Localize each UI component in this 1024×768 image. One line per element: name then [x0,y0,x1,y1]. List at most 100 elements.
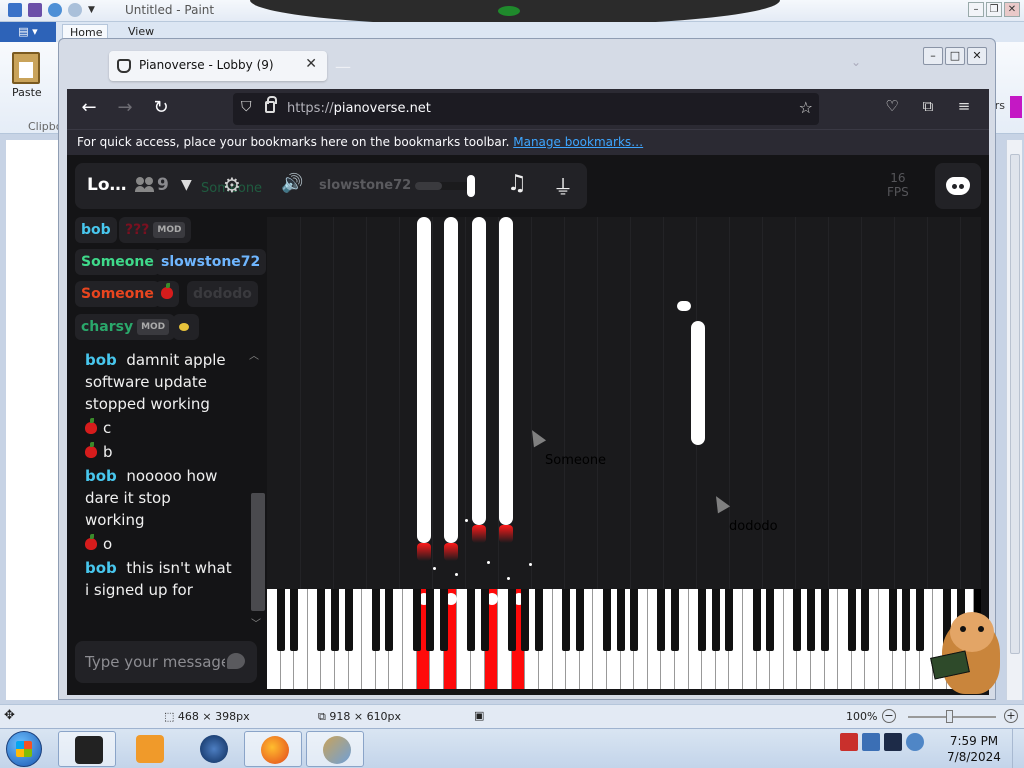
chat-input-box[interactable] [75,641,257,683]
chat-scrollbar[interactable]: ︿ ﹀ [249,347,265,631]
plug-icon[interactable]: ⏚ [553,171,573,200]
black-key[interactable] [439,589,448,651]
user-chip-pineapple[interactable] [173,314,199,340]
paint-canvas[interactable] [6,140,58,700]
piano-keyboard[interactable] [267,589,981,689]
user-chip-dododo[interactable]: dododo [187,281,258,307]
taskbar-app-window[interactable] [58,731,116,767]
chevron-up-icon[interactable]: ︿ [249,347,259,362]
gear-icon[interactable]: ⚙ [223,173,241,197]
scrollbar-thumb[interactable] [1010,154,1020,654]
tray-volume-icon[interactable] [906,733,924,751]
black-key[interactable] [793,589,802,651]
taskbar-app-paint[interactable] [306,731,364,767]
url-bar[interactable]: ⛉ https://pianoverse.net ☆ [233,93,819,125]
black-key[interactable] [276,589,285,651]
manage-bookmarks-link[interactable]: Manage bookmarks… [513,135,643,149]
black-key[interactable] [888,589,897,651]
black-key[interactable] [331,589,339,651]
black-key[interactable] [915,589,924,651]
black-key[interactable] [752,589,761,651]
black-key[interactable] [847,589,856,651]
tab-close-icon[interactable]: ✕ [305,56,317,72]
black-key[interactable] [290,589,299,651]
url-text[interactable]: https://pianoverse.net [287,101,431,116]
black-key[interactable] [820,589,829,651]
redo-icon[interactable] [68,3,82,17]
hamburger-menu-icon[interactable]: ≡ [953,97,975,115]
paste-icon[interactable] [12,52,40,84]
new-tab-icon[interactable]: — [335,57,351,76]
black-key[interactable] [521,589,530,651]
color-swatch[interactable] [1010,96,1022,118]
black-key[interactable] [562,589,571,651]
taskbar-app-media[interactable] [120,731,178,767]
show-desktop-button[interactable] [1012,729,1024,768]
black-key[interactable] [861,589,870,651]
black-key[interactable] [412,589,421,651]
tray-app-icon[interactable] [862,733,880,751]
volume-slider-handle[interactable] [467,175,475,197]
black-key[interactable] [630,589,639,651]
black-key[interactable] [385,589,394,651]
paint-vertical-scrollbar[interactable] [1006,140,1022,700]
browser-tab[interactable]: Pianoverse - Lobby (9) ✕ [109,51,327,81]
tray-alert-icon[interactable] [840,733,858,751]
chat-scrollbar-thumb[interactable] [251,493,265,611]
forward-arrow-icon[interactable]: → [113,97,137,121]
paint-app-icon[interactable] [8,3,22,17]
room-dropdown-caret-icon[interactable]: ▼ [181,177,192,193]
list-all-tabs-icon[interactable]: ⌄ [851,55,861,69]
black-key[interactable] [603,589,611,651]
user-chip-slowstone72[interactable]: slowstone72 [155,249,267,275]
user-chip-bob[interactable]: bob [75,217,117,243]
close-icon[interactable]: ✕ [967,47,987,65]
black-key[interactable] [657,589,666,651]
black-key[interactable] [535,589,543,651]
bookmark-star-icon[interactable]: ☆ [799,98,813,117]
chat-input[interactable] [85,651,225,673]
taskbar-app-globe[interactable] [184,731,242,767]
user-chip-someone[interactable]: Someone [75,249,160,275]
minimize-icon[interactable]: – [968,2,984,17]
user-chip-hidden[interactable]: ??? MOD [119,217,192,243]
black-key[interactable] [711,589,720,651]
undo-icon[interactable] [48,3,62,17]
room-title[interactable]: Lo… [87,175,127,195]
black-key[interactable] [698,589,707,651]
taskbar-app-firefox[interactable] [244,731,302,767]
tab-view[interactable]: View [128,25,154,38]
paint-file-menu-button[interactable]: ▤ ▾ [0,22,56,42]
black-key[interactable] [902,589,911,651]
speaker-icon[interactable]: 🔊 [281,173,303,194]
save-icon[interactable] [28,3,42,17]
zoom-slider-handle[interactable] [946,710,953,723]
black-key[interactable] [344,589,353,651]
user-chip-someone-red[interactable]: Someone [75,281,160,307]
close-icon[interactable]: ✕ [1004,2,1020,17]
pocket-icon[interactable]: ♡ [881,97,903,115]
maximize-icon[interactable]: □ [945,47,965,65]
black-key[interactable] [671,589,679,651]
chevron-down-icon[interactable]: ﹀ [251,615,261,630]
black-key[interactable] [807,589,815,651]
user-chip-apple[interactable] [155,281,179,307]
quick-access-dropdown-icon[interactable]: ▼ [88,5,95,15]
lock-icon[interactable] [265,96,277,113]
music-note-icon[interactable]: ♫ [507,171,527,196]
tray-network-icon[interactable] [884,733,902,751]
restore-icon[interactable]: ❐ [986,2,1002,17]
user-chip-charsy[interactable]: charsy MOD [75,314,176,340]
black-key[interactable] [467,589,475,651]
black-key[interactable] [426,589,435,651]
minimize-icon[interactable]: – [923,47,943,65]
discord-button[interactable] [935,163,981,209]
taskbar-clock[interactable]: 7:59 PM 7/8/2024 [944,733,1004,765]
paste-button-label[interactable]: Paste [12,86,42,99]
black-key[interactable] [575,589,584,651]
tracking-protection-shield-icon[interactable]: ⛉ [241,99,252,115]
extensions-icon[interactable]: ⧉ [917,97,939,115]
zoom-out-button[interactable]: − [882,709,896,723]
black-key[interactable] [725,589,734,651]
volume-slider[interactable] [415,182,475,190]
